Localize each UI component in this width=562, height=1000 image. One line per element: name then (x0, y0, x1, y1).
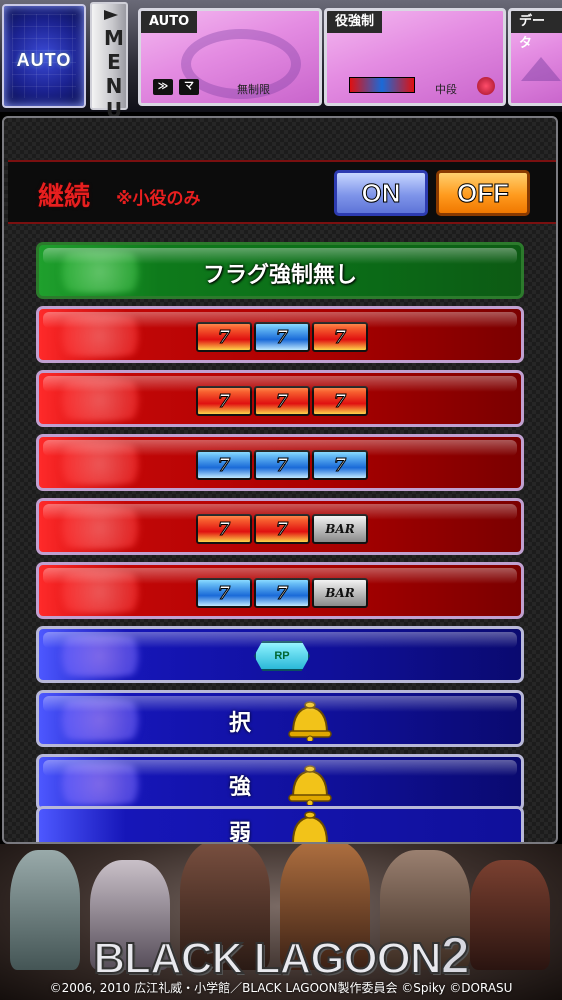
seven-red-icon: 7 (312, 386, 368, 416)
ma-chip-icon: マ (179, 79, 199, 95)
reel-symbol-group: 777 (196, 450, 368, 480)
flag-row[interactable]: フラグ強制無し (36, 242, 524, 299)
game-logo-number: 2 (440, 926, 471, 986)
flag-row[interactable]: 7 7 BAR (36, 562, 524, 619)
seven-blue-icon: 7 (196, 578, 252, 608)
reel-symbol-group: 777 (196, 322, 368, 352)
row-splash-decoration (45, 315, 155, 357)
flag-row[interactable]: RP (36, 626, 524, 683)
role-force-value: 中段 (435, 83, 457, 96)
game-banner: BLACK LAGOON2 ©2006, 2010 広江礼威・小学館／BLACK… (0, 844, 562, 1000)
continue-on-button[interactable]: ON (334, 170, 428, 216)
row-splash-decoration (45, 699, 155, 741)
row-splash-decoration (45, 443, 155, 485)
flag-row-partial[interactable]: 弱 (36, 806, 524, 844)
row-splash-decoration (45, 815, 155, 842)
reel-symbol-group: 777 (196, 386, 368, 416)
menu-button[interactable]: MENU (90, 2, 128, 122)
menu-arrow-icon (104, 10, 118, 20)
seven-blue-icon: 7 (312, 450, 368, 480)
seven-symbols-icon (349, 77, 415, 93)
flag-row[interactable]: 777 (36, 434, 524, 491)
row-splash-decoration (45, 379, 155, 421)
auto-panel-value: 無制限 (237, 83, 270, 96)
seven-red-icon: 7 (312, 322, 368, 352)
fast-forward-icon: ≫ (153, 79, 173, 95)
data-panel-title: データ (511, 11, 562, 51)
seven-red-icon: 7 (254, 514, 310, 544)
bell-icon (288, 765, 332, 805)
role-force-title: 役強制 (327, 11, 383, 33)
seven-red-icon: 7 (254, 386, 310, 416)
bar-icon: BAR (312, 514, 368, 544)
continue-bar: 継続 ※小役のみ ON OFF (8, 160, 556, 224)
flag-row-label: 強 (229, 775, 252, 800)
bell-icon (288, 701, 332, 741)
seven-red-icon: 7 (196, 386, 252, 416)
flag-row-label: フラグ強制無し (202, 263, 357, 288)
menu-button-label: MENU (102, 26, 126, 122)
reel-symbol-group: 7 7 BAR (196, 514, 368, 544)
flag-row[interactable]: 強 (36, 754, 524, 811)
auto-button-label: AUTO (16, 50, 72, 70)
auto-panel-title: AUTO (141, 11, 198, 33)
flag-row-label: 弱 (229, 821, 252, 844)
flag-row[interactable]: 777 (36, 306, 524, 363)
row-splash-decoration (45, 635, 155, 677)
seven-red-icon: 7 (196, 322, 252, 352)
cherry-icon (477, 77, 495, 95)
bell-icon (292, 811, 328, 842)
bar-icon: BAR (312, 578, 368, 608)
rp-badge-label: RP (274, 650, 290, 662)
seven-blue-icon: 7 (254, 450, 310, 480)
flag-row[interactable]: 7 7 BAR (36, 498, 524, 555)
continue-label: 継続 (38, 182, 91, 212)
rp-badge-icon: RP (254, 641, 310, 671)
flag-row[interactable]: 777 (36, 370, 524, 427)
role-force-panel[interactable]: 役強制 中段 (324, 8, 506, 106)
copyright-text: ©2006, 2010 広江礼威・小学館／BLACK LAGOON製作委員会 ©… (49, 981, 513, 995)
seven-blue-icon: 7 (196, 450, 252, 480)
row-splash-decoration (45, 507, 155, 549)
continue-note: ※小役のみ (116, 189, 201, 209)
flag-row-label: 択 (229, 711, 252, 736)
top-toolbar: AUTO MENU AUTO ≫ マ 無制限 役強制 中段 データ (0, 0, 562, 122)
seven-blue-icon: 7 (254, 578, 310, 608)
flag-row[interactable]: 択 (36, 690, 524, 747)
continue-off-button[interactable]: OFF (436, 170, 530, 216)
house-icon (521, 57, 561, 81)
seven-red-icon: 7 (196, 514, 252, 544)
flag-list: フラグ強制無し 7 7 7 7 7 7 7 7 7 7 7 BAR 7 7 BAR RP 択強 (36, 242, 524, 818)
seven-blue-icon: 7 (254, 322, 310, 352)
game-logo: BLACK LAGOON2 (0, 926, 562, 986)
reel-symbol-group: 7 7 BAR (196, 578, 368, 608)
auto-settings-panel[interactable]: AUTO ≫ マ 無制限 (138, 8, 322, 106)
row-splash-decoration (45, 763, 155, 805)
data-panel[interactable]: データ (508, 8, 562, 106)
row-splash-decoration (45, 571, 155, 613)
auto-button[interactable]: AUTO (2, 4, 86, 108)
flag-select-frame: 継続 ※小役のみ ON OFF フラグ強制無し 7 7 7 7 7 7 7 7 7 7 7 BAR 7 7 B… (2, 116, 558, 844)
game-logo-text: BLACK LAGOON (92, 933, 442, 984)
